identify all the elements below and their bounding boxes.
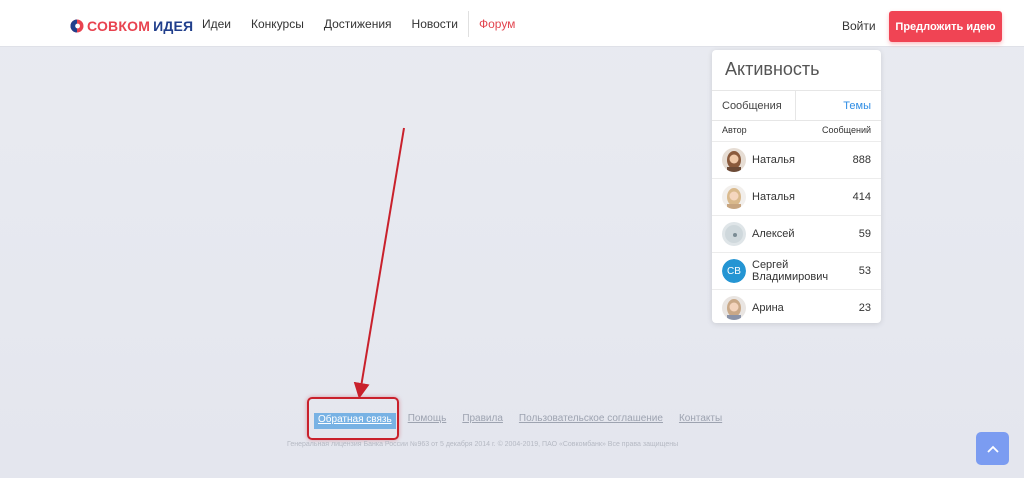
footer-link-user-agreement[interactable]: Пользовательское соглашение [519,413,663,429]
footer-links: Обратная связь Помощь Правила Пользовате… [310,413,738,429]
annotation-arrow [353,127,405,399]
chevron-up-icon [986,445,999,453]
footer-link-rules[interactable]: Правила [462,413,503,429]
annotation-arrow-line [353,127,405,399]
footer-copyright: Генеральная лицензия Банка России №963 о… [287,441,679,448]
footer-link-feedback[interactable]: Обратная связь [314,413,396,429]
scroll-to-top-button[interactable] [976,432,1009,465]
footer-link-help[interactable]: Помощь [408,413,447,429]
footer-link-contacts[interactable]: Контакты [679,413,722,429]
